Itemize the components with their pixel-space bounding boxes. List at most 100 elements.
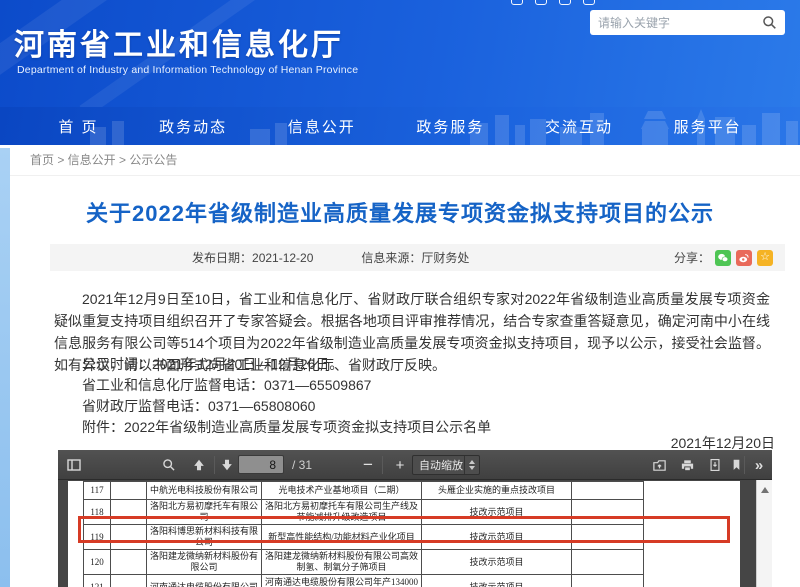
cell-project: 光电技术产业基地项目（二期） <box>262 482 422 500</box>
cell-row-number: 117 <box>84 482 111 500</box>
project-table: 117 中航光电科技股份有限公司 光电技术产业基地项目（二期） 头雁企业实施的重… <box>83 481 644 587</box>
share-favorite-icon[interactable]: ☆ <box>757 250 773 266</box>
toolbar-divider <box>214 456 215 474</box>
cell-blank <box>111 575 147 587</box>
pdf-viewer: / 31 − + 自动缩放 » <box>58 450 772 587</box>
site-subtitle: Department of Industry and Information T… <box>17 64 358 76</box>
supervision-phone-line-2: 省财政厅监督电话：0371—65808060 <box>54 396 770 417</box>
download-icon[interactable] <box>708 450 722 480</box>
share-group: 分享： ☆ <box>674 249 773 266</box>
publish-date-label: 发布日期： <box>192 251 252 265</box>
cell-company: 河南通达电缆股份有限公司 <box>147 575 262 587</box>
share-wechat-icon[interactable] <box>715 250 731 266</box>
table-row: 120 洛阳建龙微纳新材料股份有限公司 洛阳建龙微纳新材料股份有限公司高效制氢、… <box>84 550 644 575</box>
bookmark-icon[interactable] <box>730 450 743 480</box>
page-count: / 31 <box>292 450 312 480</box>
breadcrumb[interactable]: 首页 > 信息公开 > 公示公告 <box>30 145 177 176</box>
info-source-label: 信息来源： <box>361 251 421 265</box>
table-row: 117 中航光电科技股份有限公司 光电技术产业基地项目（二期） 头雁企业实施的重… <box>84 482 644 500</box>
cell-company: 中航光电科技股份有限公司 <box>147 482 262 500</box>
cell-row-number: 119 <box>84 525 111 550</box>
pdf-search-icon[interactable] <box>162 450 176 480</box>
select-arrows-icon <box>464 456 479 474</box>
article-meta-bar: 发布日期：2021-12-20 信息来源：厅财务处 分享： ☆ <box>50 244 785 271</box>
cell-tail <box>572 550 644 575</box>
pdf-table-body: 117 中航光电科技股份有限公司 光电技术产业基地项目（二期） 头雁企业实施的重… <box>84 482 644 587</box>
previous-page-icon[interactable] <box>192 450 206 480</box>
cell-category: 技改示范项目 <box>422 525 572 550</box>
share-label: 分享： <box>674 249 710 266</box>
nav-items: 首 页 政务动态 信息公开 政务服务 交流互动 服务平台 <box>0 107 800 145</box>
supervision-phone-line-1: 省工业和信息化厅监督电话：0371—65509867 <box>54 375 770 396</box>
zoom-mode-select[interactable]: 自动缩放 <box>412 455 480 475</box>
share-weibo-icon[interactable] <box>736 250 752 266</box>
search-input[interactable] <box>598 16 762 30</box>
nav-item-news[interactable]: 政务动态 <box>159 116 227 137</box>
info-source-value: 厅财务处 <box>421 251 469 265</box>
nav-item-services[interactable]: 政务服务 <box>416 116 484 137</box>
publicity-period-line: 公示时间：2021年12月20日—12月26日。 <box>54 354 770 375</box>
cell-row-number: 120 <box>84 550 111 575</box>
site-header: 河南省工业和信息化厅 Department of Industry and In… <box>0 0 800 107</box>
cell-blank <box>111 500 147 525</box>
cell-project: 洛阳北方易初摩托车有限公司生产线及节能减排升级改造项目 <box>262 500 422 525</box>
more-tools-icon[interactable]: » <box>750 450 768 480</box>
cell-blank <box>111 525 147 550</box>
zoom-mode-label: 自动缩放 <box>419 457 463 473</box>
quick-icon[interactable] <box>583 0 595 5</box>
quick-icon[interactable] <box>511 0 523 5</box>
pdf-page: 117 中航光电科技股份有限公司 光电技术产业基地项目（二期） 头雁企业实施的重… <box>68 481 740 587</box>
nav-item-interaction[interactable]: 交流互动 <box>545 116 613 137</box>
cell-blank <box>111 482 147 500</box>
cell-category: 技改示范项目 <box>422 500 572 525</box>
pdf-toolbar: / 31 − + 自动缩放 » <box>58 450 772 480</box>
toolbar-divider <box>382 456 383 474</box>
pdf-scrollbar[interactable] <box>756 480 772 587</box>
cell-project: 洛阳建龙微纳新材料股份有限公司高效制氢、制氧分子筛项目 <box>262 550 422 575</box>
cell-category: 技改示范项目 <box>422 575 572 587</box>
page-number-input[interactable] <box>238 455 284 474</box>
nav-item-info-disclosure[interactable]: 信息公开 <box>288 116 356 137</box>
quick-icon[interactable] <box>559 0 571 5</box>
cell-company: 洛阳科博思新材料科技有限公司 <box>147 525 262 550</box>
attachment-line: 附件：2022年省级制造业高质量发展专项资金拟支持项目公示名单 <box>54 417 770 438</box>
site-title: 河南省工业和信息化厅 <box>14 20 344 64</box>
table-row: 118 洛阳北方易初摩托车有限公司 洛阳北方易初摩托车有限公司生产线及节能减排升… <box>84 500 644 525</box>
toolbar-divider <box>744 456 745 474</box>
cell-row-number: 121 <box>84 575 111 587</box>
breadcrumb-bar: 首页 > 信息公开 > 公示公告 <box>0 145 800 176</box>
zoom-out-icon[interactable]: − <box>358 450 378 480</box>
scroll-up-icon[interactable] <box>761 487 769 493</box>
pdf-body: 117 中航光电科技股份有限公司 光电技术产业基地项目（二期） 头雁企业实施的重… <box>58 480 772 587</box>
cell-category: 技改示范项目 <box>422 550 572 575</box>
nav-item-service-platform[interactable]: 服务平台 <box>674 116 742 137</box>
quick-icon[interactable] <box>535 0 547 5</box>
cell-blank <box>111 550 147 575</box>
print-icon[interactable] <box>680 450 695 480</box>
main-nav: 首 页 政务动态 信息公开 政务服务 交流互动 服务平台 <box>0 107 800 145</box>
publish-date: 发布日期：2021-12-20 <box>192 249 313 266</box>
nav-item-home[interactable]: 首 页 <box>58 116 98 137</box>
page-title: 关于2022年省级制造业高质量发展专项资金拟支持项目的公示 <box>10 196 790 228</box>
site-search <box>590 10 785 35</box>
cell-row-number: 118 <box>84 500 111 525</box>
cell-company: 洛阳北方易初摩托车有限公司 <box>147 500 262 525</box>
table-row: 121 河南通达电缆股份有限公司 河南通达电缆股份有限公司年产134000公里轨… <box>84 575 644 587</box>
cell-project: 新型高性能结构/功能材料产业化项目 <box>262 525 422 550</box>
cell-company: 洛阳建龙微纳新材料股份有限公司 <box>147 550 262 575</box>
cell-tail <box>572 482 644 500</box>
left-accent-strip <box>0 148 10 587</box>
next-page-icon[interactable] <box>220 450 234 480</box>
cell-tail <box>572 575 644 587</box>
table-row: 119 洛阳科博思新材料科技有限公司 新型高性能结构/功能材料产业化项目 技改示… <box>84 525 644 550</box>
cell-category: 头雁企业实施的重点技改项目 <box>422 482 572 500</box>
zoom-in-icon[interactable]: + <box>390 450 410 480</box>
open-file-icon[interactable] <box>652 450 667 480</box>
publish-date-value: 2021-12-20 <box>252 251 313 265</box>
search-icon[interactable] <box>762 15 777 30</box>
cell-project: 河南通达电缆股份有限公司年产134000公里轨道交通直流和特种电缆项目 <box>262 575 422 587</box>
sidebar-toggle-icon[interactable] <box>66 450 82 480</box>
cell-tail <box>572 525 644 550</box>
header-quick-icons[interactable] <box>511 0 595 5</box>
cell-tail <box>572 500 644 525</box>
